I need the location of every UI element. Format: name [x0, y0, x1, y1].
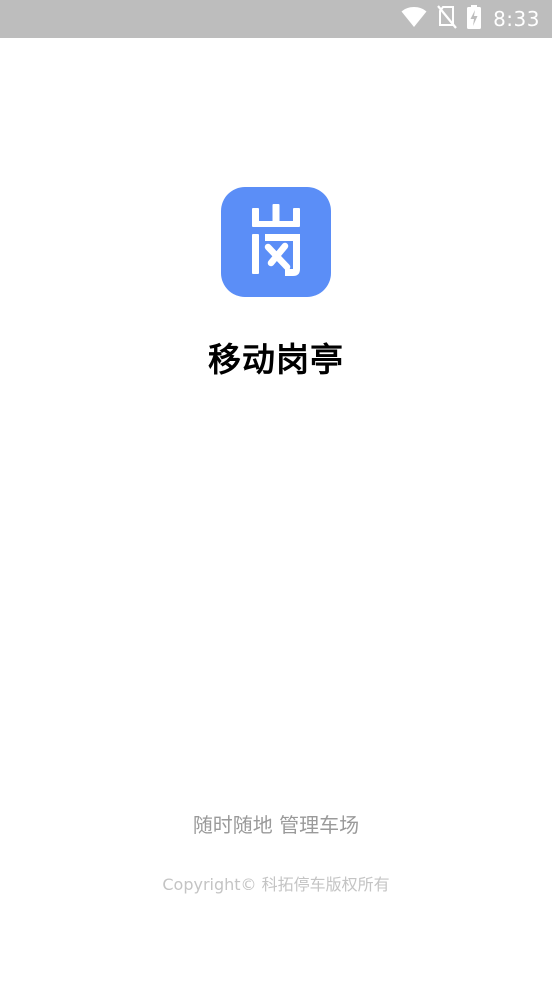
status-time: 8:33	[493, 7, 540, 31]
wifi-icon	[401, 6, 427, 32]
copyright-notice: Copyright© 科拓停车版权所有	[162, 875, 390, 894]
app-logo	[221, 187, 331, 297]
no-sim-icon	[437, 5, 457, 33]
status-bar: 8:33	[0, 0, 552, 38]
status-icons: 8:33	[401, 0, 540, 38]
battery-charging-icon	[467, 5, 482, 33]
gang-character-logo-icon	[252, 204, 300, 276]
app-name: 移动岗亭	[208, 340, 344, 379]
slogan: 随时随地 管理车场	[192, 813, 360, 837]
